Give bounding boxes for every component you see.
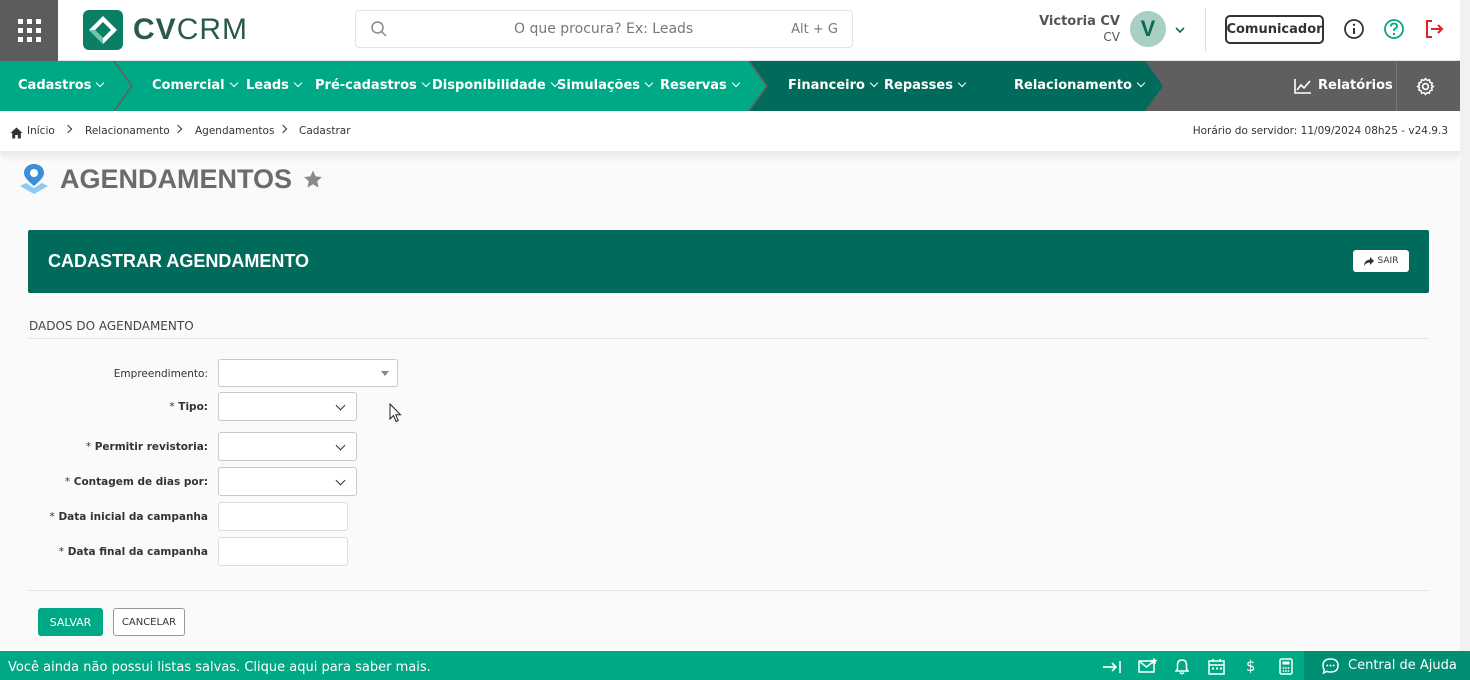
section-divider [28,338,1429,339]
revistoria-label: * Permitir revistoria: [85,441,208,453]
data-final-input[interactable] [218,537,348,566]
nav-item-reservas[interactable]: Reservas [660,61,741,111]
mouse-cursor-icon [389,402,402,427]
revistoria-select[interactable] [218,432,357,461]
help-icon[interactable] [1383,18,1405,44]
nav-item-comercial[interactable]: Comercial [152,61,238,111]
footer-bar: Você ainda não possui listas salvas. Cli… [0,651,1470,680]
user-avatar[interactable]: V [1130,11,1166,47]
contagem-label: * Contagem de dias por: [64,476,208,488]
chevron-down-icon [731,78,741,88]
logo-mark-icon [83,10,123,50]
panel-title: CADASTRAR AGENDAMENTO [48,251,309,271]
search-icon [370,20,388,42]
nav-item-simulacoes[interactable]: Simulações [557,61,654,111]
page-scrollbar[interactable] [1460,0,1470,651]
empreendimento-select[interactable] [218,359,398,387]
chevron-down-icon [96,78,105,88]
share-arrow-icon [1363,256,1374,266]
home-icon[interactable] [10,124,23,143]
breadcrumb-inicio[interactable]: Início [27,125,55,137]
cvcrm-logo[interactable]: CVCRM [83,10,248,50]
header-divider [1205,8,1206,52]
search-input[interactable]: O que procura? Ex: Leads [514,21,693,37]
info-icon[interactable] [1343,18,1365,44]
panel-header: CADASTRAR AGENDAMENTO SAIR [28,230,1429,293]
cancel-button[interactable]: CANCELAR [113,608,185,636]
save-button[interactable]: SALVAR [38,608,103,636]
nav-item-pre-cadastros[interactable]: Pré-cadastros [315,61,430,111]
empreendimento-label: Empreendimento: [113,368,208,380]
tipo-label: * Tipo: [169,401,208,413]
help-center-button[interactable]: Central de Ajuda [1304,651,1470,680]
calendar-icon[interactable] [1208,658,1225,679]
user-company: CV [1103,30,1120,44]
server-time: Horário do servidor: 11/09/2024 08h25 - … [1192,125,1448,137]
breadcrumb-relacionamento[interactable]: Relacionamento [85,125,170,137]
nav-item-repasses[interactable]: Repasses [884,61,967,111]
gear-icon[interactable] [1416,77,1435,100]
page-title: AGENDAMENTOS [60,164,293,194]
tipo-select[interactable] [218,392,357,421]
collapse-arrow-icon[interactable] [1102,659,1122,678]
apps-menu-button[interactable] [0,0,58,61]
favorite-star-icon[interactable] [303,170,323,193]
breadcrumb-shadow [0,151,1460,163]
contagem-select[interactable] [218,467,357,496]
chevron-right-icon [278,124,288,134]
chevron-down-icon[interactable] [1174,21,1186,40]
nav-item-leads[interactable]: Leads [246,61,303,111]
chevron-down-icon [957,78,967,88]
dollar-icon[interactable]: $ [1246,657,1256,675]
nav-item-relatorios[interactable]: Relatórios [1294,61,1393,111]
chart-line-icon [1294,79,1311,94]
logo-text: CVCRM [133,13,249,46]
nav-divider [1396,61,1397,111]
chevron-down-icon [229,78,238,88]
data-inicial-input[interactable] [218,502,348,531]
main-navigation: Cadastros Comercial Leads Pré-cadastros … [0,61,1470,111]
section-label: DADOS DO AGENDAMENTO [29,319,194,333]
chevron-down-icon [1136,78,1146,88]
data-final-label: * Data final da campanha [58,546,208,558]
chevron-down-icon [644,78,654,88]
chevron-down-icon [869,78,879,88]
nav-item-financeiro[interactable]: Financeiro [788,61,879,111]
global-search[interactable]: O que procura? Ex: Leads Alt + G [355,10,853,48]
mail-star-icon[interactable] [1138,657,1158,678]
data-inicial-label: * Data inicial da campanha [49,511,208,523]
nav-item-disponibilidade[interactable]: Disponibilidade [432,61,560,111]
calculator-icon[interactable] [1279,658,1293,679]
chevron-down-icon [421,78,430,88]
chevron-right-icon [63,124,73,134]
exit-button[interactable]: SAIR [1353,250,1409,272]
search-shortcut-hint: Alt + G [791,22,838,37]
comunicador-button[interactable]: Comunicador [1225,15,1324,44]
chevron-down-icon [293,78,303,88]
chat-bubble-icon [1322,657,1339,674]
logout-icon[interactable] [1423,18,1445,44]
location-pin-icon [18,164,50,198]
bell-icon[interactable] [1174,659,1190,679]
form-divider [28,590,1429,591]
chevron-right-icon [173,124,183,134]
nav-item-relacionamento[interactable]: Relacionamento [1014,61,1146,111]
nav-item-cadastros[interactable]: Cadastros [18,61,105,111]
user-name[interactable]: Victoria CV [1039,14,1120,29]
breadcrumb-agendamentos[interactable]: Agendamentos [195,125,274,137]
top-header: CVCRM O que procura? Ex: Leads Alt + G V… [0,0,1470,61]
saved-lists-message[interactable]: Você ainda não possui listas salvas. Cli… [8,660,431,675]
breadcrumb-cadastrar: Cadastrar [299,125,351,137]
breadcrumb: Início Relacionamento Agendamentos Cadas… [0,111,1470,151]
